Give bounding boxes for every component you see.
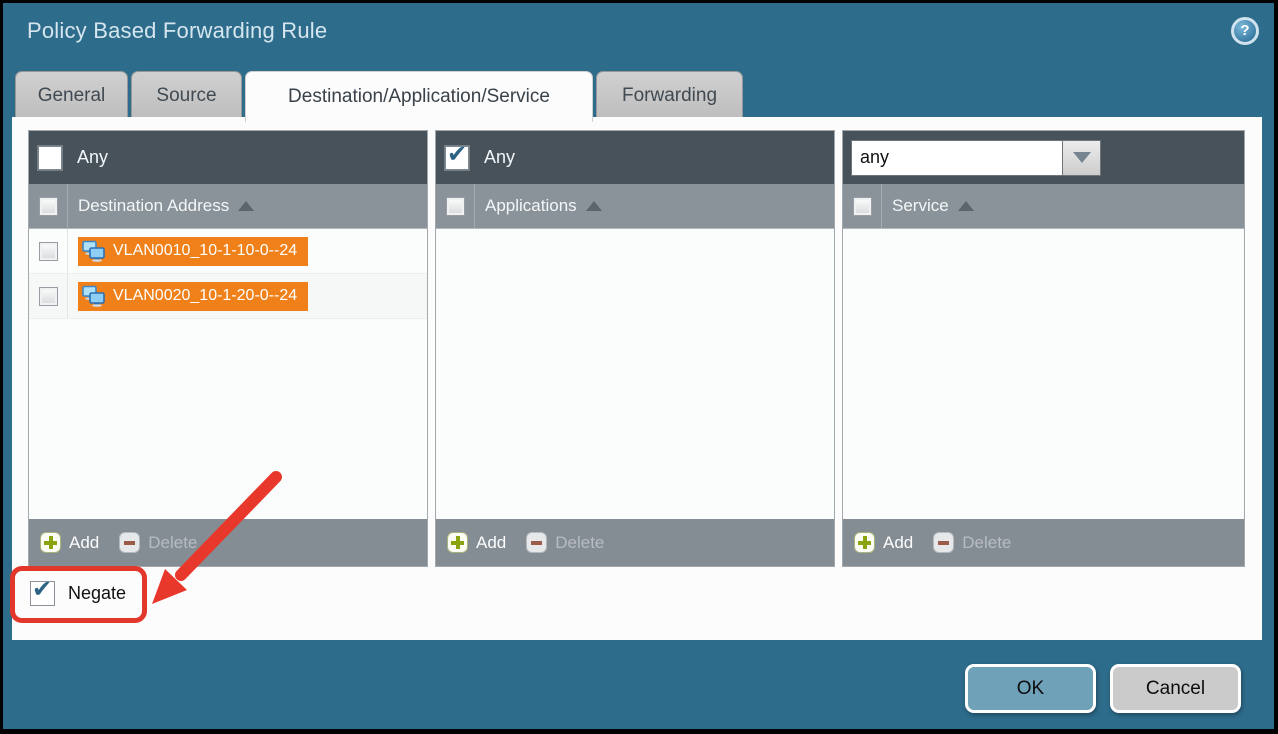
network-address-icon <box>81 285 107 307</box>
destination-select-all-cell <box>29 184 68 228</box>
destination-address-panel: Any Destination Address <box>28 130 428 567</box>
service-type-dropdown[interactable]: any <box>851 140 1101 176</box>
destination-any-label: Any <box>77 147 108 168</box>
destination-footer: Add Delete <box>29 519 427 566</box>
applications-any-header: Any <box>436 131 834 184</box>
applications-select-all-cell <box>436 184 475 228</box>
delete-button[interactable]: Delete <box>526 532 604 553</box>
minus-icon <box>119 532 140 553</box>
service-column-header: Service <box>843 184 1244 229</box>
address-object-chip[interactable]: VLAN0010_10-1-10-0--24 <box>78 237 308 266</box>
delete-button[interactable]: Delete <box>119 532 197 553</box>
destination-select-all-checkbox[interactable] <box>39 197 58 216</box>
destination-column-header: Destination Address <box>29 184 427 229</box>
tab-destination-application-service[interactable]: Destination/Application/Service <box>245 71 593 122</box>
service-column-label[interactable]: Service <box>892 196 949 216</box>
applications-panel: Any Applications Add Delete <box>435 130 835 567</box>
service-select-all-cell <box>843 184 882 228</box>
sort-ascending-icon[interactable] <box>586 201 602 211</box>
address-object-label: VLAN0020_10-1-20-0--24 <box>113 287 297 305</box>
add-button[interactable]: Add <box>40 532 99 553</box>
tab-source[interactable]: Source <box>131 71 242 120</box>
service-type-value: any <box>851 140 1063 176</box>
service-list <box>843 229 1244 519</box>
row-checkbox[interactable] <box>39 287 58 306</box>
tab-forwarding[interactable]: Forwarding <box>596 71 743 120</box>
service-panel: any Service Add <box>842 130 1245 567</box>
tab-general[interactable]: General <box>15 71 128 120</box>
cancel-button[interactable]: Cancel <box>1110 664 1241 713</box>
negate-label: Negate <box>68 583 126 604</box>
destination-column-label[interactable]: Destination Address <box>78 196 229 216</box>
service-header: any <box>843 131 1244 184</box>
destination-any-checkbox[interactable] <box>38 146 62 170</box>
dialog-title: Policy Based Forwarding Rule <box>27 18 327 44</box>
destination-list: VLAN0010_10-1-10-0--24 <box>29 229 427 519</box>
address-object-chip[interactable]: VLAN0020_10-1-20-0--24 <box>78 282 308 311</box>
tab-content: Any Destination Address <box>12 117 1262 640</box>
dropdown-button[interactable] <box>1063 140 1101 176</box>
minus-icon <box>933 532 954 553</box>
address-object-label: VLAN0010_10-1-10-0--24 <box>113 242 297 260</box>
negate-control: Negate <box>30 581 126 606</box>
add-button[interactable]: Add <box>854 532 913 553</box>
applications-list <box>436 229 834 519</box>
applications-column-header: Applications <box>436 184 834 229</box>
tab-bar: General Source Destination/Application/S… <box>15 71 743 121</box>
help-icon[interactable] <box>1231 17 1259 45</box>
sort-ascending-icon[interactable] <box>238 201 254 211</box>
applications-column-label[interactable]: Applications <box>485 196 577 216</box>
applications-any-label: Any <box>484 147 515 168</box>
delete-button[interactable]: Delete <box>933 532 1011 553</box>
ok-button[interactable]: OK <box>965 664 1096 713</box>
address-row[interactable]: VLAN0020_10-1-20-0--24 <box>29 274 427 319</box>
plus-icon <box>447 532 468 553</box>
row-checkbox[interactable] <box>39 242 58 261</box>
negate-checkbox[interactable] <box>30 581 55 606</box>
sort-ascending-icon[interactable] <box>958 201 974 211</box>
destination-any-header: Any <box>29 131 427 184</box>
pbf-rule-dialog: Policy Based Forwarding Rule General Sou… <box>3 3 1274 729</box>
applications-any-checkbox[interactable] <box>445 146 469 170</box>
plus-icon <box>854 532 875 553</box>
applications-footer: Add Delete <box>436 519 834 566</box>
service-footer: Add Delete <box>843 519 1244 566</box>
applications-select-all-checkbox[interactable] <box>446 197 465 216</box>
service-select-all-checkbox[interactable] <box>853 197 872 216</box>
address-row[interactable]: VLAN0010_10-1-10-0--24 <box>29 229 427 274</box>
add-button[interactable]: Add <box>447 532 506 553</box>
network-address-icon <box>81 240 107 262</box>
plus-icon <box>40 532 61 553</box>
minus-icon <box>526 532 547 553</box>
chevron-down-icon <box>1073 152 1091 163</box>
